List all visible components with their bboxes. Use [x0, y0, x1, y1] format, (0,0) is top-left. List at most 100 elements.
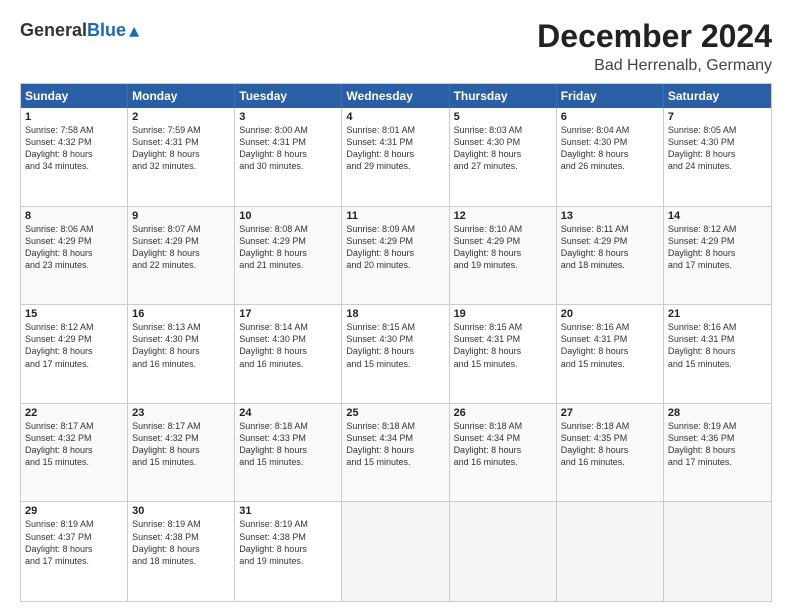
calendar-cell: 30Sunrise: 8:19 AM Sunset: 4:38 PM Dayli…: [128, 502, 235, 601]
calendar-cell: 2Sunrise: 7:59 AM Sunset: 4:31 PM Daylig…: [128, 108, 235, 206]
calendar-cell: 19Sunrise: 8:15 AM Sunset: 4:31 PM Dayli…: [450, 305, 557, 403]
day-number: 17: [239, 308, 337, 320]
calendar-cell: [664, 502, 771, 601]
day-number: 24: [239, 407, 337, 419]
day-detail: Sunrise: 7:59 AM Sunset: 4:31 PM Dayligh…: [132, 124, 230, 173]
calendar: SundayMondayTuesdayWednesdayThursdayFrid…: [20, 83, 772, 602]
day-number: 12: [454, 210, 552, 222]
calendar-cell: 24Sunrise: 8:18 AM Sunset: 4:33 PM Dayli…: [235, 404, 342, 502]
day-detail: Sunrise: 8:09 AM Sunset: 4:29 PM Dayligh…: [346, 223, 444, 272]
day-number: 19: [454, 308, 552, 320]
calendar-cell: 3Sunrise: 8:00 AM Sunset: 4:31 PM Daylig…: [235, 108, 342, 206]
calendar-cell: 8Sunrise: 8:06 AM Sunset: 4:29 PM Daylig…: [21, 207, 128, 305]
day-number: 8: [25, 210, 123, 222]
day-number: 10: [239, 210, 337, 222]
day-number: 25: [346, 407, 444, 419]
calendar-cell: 9Sunrise: 8:07 AM Sunset: 4:29 PM Daylig…: [128, 207, 235, 305]
day-number: 11: [346, 210, 444, 222]
calendar-header: SundayMondayTuesdayWednesdayThursdayFrid…: [21, 84, 771, 108]
day-detail: Sunrise: 8:18 AM Sunset: 4:34 PM Dayligh…: [454, 420, 552, 469]
day-number: 22: [25, 407, 123, 419]
day-number: 31: [239, 505, 337, 517]
day-detail: Sunrise: 8:12 AM Sunset: 4:29 PM Dayligh…: [668, 223, 767, 272]
calendar-week-4: 22Sunrise: 8:17 AM Sunset: 4:32 PM Dayli…: [21, 404, 771, 503]
day-number: 20: [561, 308, 659, 320]
calendar-cell: 15Sunrise: 8:12 AM Sunset: 4:29 PM Dayli…: [21, 305, 128, 403]
day-detail: Sunrise: 8:00 AM Sunset: 4:31 PM Dayligh…: [239, 124, 337, 173]
logo-blue: Blue: [87, 20, 126, 41]
day-number: 27: [561, 407, 659, 419]
weekday-header-monday: Monday: [128, 84, 235, 108]
day-detail: Sunrise: 8:15 AM Sunset: 4:30 PM Dayligh…: [346, 321, 444, 370]
day-number: 14: [668, 210, 767, 222]
day-number: 4: [346, 111, 444, 123]
day-detail: Sunrise: 8:10 AM Sunset: 4:29 PM Dayligh…: [454, 223, 552, 272]
day-detail: Sunrise: 8:16 AM Sunset: 4:31 PM Dayligh…: [668, 321, 767, 370]
day-detail: Sunrise: 8:18 AM Sunset: 4:35 PM Dayligh…: [561, 420, 659, 469]
calendar-cell: 29Sunrise: 8:19 AM Sunset: 4:37 PM Dayli…: [21, 502, 128, 601]
calendar-cell: 27Sunrise: 8:18 AM Sunset: 4:35 PM Dayli…: [557, 404, 664, 502]
day-number: 23: [132, 407, 230, 419]
day-number: 16: [132, 308, 230, 320]
day-number: 21: [668, 308, 767, 320]
day-detail: Sunrise: 8:17 AM Sunset: 4:32 PM Dayligh…: [25, 420, 123, 469]
title-section: December 2024 Bad Herrenalb, Germany: [537, 18, 772, 75]
calendar-cell: 11Sunrise: 8:09 AM Sunset: 4:29 PM Dayli…: [342, 207, 449, 305]
day-detail: Sunrise: 8:19 AM Sunset: 4:38 PM Dayligh…: [132, 518, 230, 567]
calendar-cell: 14Sunrise: 8:12 AM Sunset: 4:29 PM Dayli…: [664, 207, 771, 305]
day-number: 30: [132, 505, 230, 517]
calendar-body: 1Sunrise: 7:58 AM Sunset: 4:32 PM Daylig…: [21, 108, 771, 601]
calendar-week-5: 29Sunrise: 8:19 AM Sunset: 4:37 PM Dayli…: [21, 502, 771, 601]
day-number: 29: [25, 505, 123, 517]
calendar-cell: 18Sunrise: 8:15 AM Sunset: 4:30 PM Dayli…: [342, 305, 449, 403]
calendar-cell: 26Sunrise: 8:18 AM Sunset: 4:34 PM Dayli…: [450, 404, 557, 502]
calendar-cell: 17Sunrise: 8:14 AM Sunset: 4:30 PM Dayli…: [235, 305, 342, 403]
calendar-cell: 7Sunrise: 8:05 AM Sunset: 4:30 PM Daylig…: [664, 108, 771, 206]
day-number: 26: [454, 407, 552, 419]
calendar-week-2: 8Sunrise: 8:06 AM Sunset: 4:29 PM Daylig…: [21, 207, 771, 306]
calendar-cell: [557, 502, 664, 601]
day-number: 6: [561, 111, 659, 123]
weekday-header-sunday: Sunday: [21, 84, 128, 108]
day-number: 1: [25, 111, 123, 123]
logo-general: General: [20, 20, 87, 41]
day-number: 13: [561, 210, 659, 222]
weekday-header-thursday: Thursday: [450, 84, 557, 108]
weekday-header-tuesday: Tuesday: [235, 84, 342, 108]
weekday-header-wednesday: Wednesday: [342, 84, 449, 108]
day-detail: Sunrise: 8:08 AM Sunset: 4:29 PM Dayligh…: [239, 223, 337, 272]
day-detail: Sunrise: 8:18 AM Sunset: 4:33 PM Dayligh…: [239, 420, 337, 469]
logo-icon: ▴: [129, 18, 139, 43]
calendar-cell: 31Sunrise: 8:19 AM Sunset: 4:38 PM Dayli…: [235, 502, 342, 601]
day-detail: Sunrise: 8:12 AM Sunset: 4:29 PM Dayligh…: [25, 321, 123, 370]
calendar-cell: 1Sunrise: 7:58 AM Sunset: 4:32 PM Daylig…: [21, 108, 128, 206]
day-detail: Sunrise: 7:58 AM Sunset: 4:32 PM Dayligh…: [25, 124, 123, 173]
logo: General Blue ▴: [20, 18, 139, 43]
day-detail: Sunrise: 8:01 AM Sunset: 4:31 PM Dayligh…: [346, 124, 444, 173]
calendar-title: December 2024: [537, 18, 772, 55]
calendar-subtitle: Bad Herrenalb, Germany: [537, 57, 772, 75]
day-number: 18: [346, 308, 444, 320]
header: General Blue ▴ December 2024 Bad Herrena…: [20, 18, 772, 75]
calendar-page: General Blue ▴ December 2024 Bad Herrena…: [0, 0, 792, 612]
day-detail: Sunrise: 8:18 AM Sunset: 4:34 PM Dayligh…: [346, 420, 444, 469]
day-detail: Sunrise: 8:19 AM Sunset: 4:37 PM Dayligh…: [25, 518, 123, 567]
calendar-cell: 6Sunrise: 8:04 AM Sunset: 4:30 PM Daylig…: [557, 108, 664, 206]
logo-text: General Blue ▴: [20, 18, 139, 43]
day-detail: Sunrise: 8:19 AM Sunset: 4:38 PM Dayligh…: [239, 518, 337, 567]
day-detail: Sunrise: 8:16 AM Sunset: 4:31 PM Dayligh…: [561, 321, 659, 370]
day-number: 15: [25, 308, 123, 320]
calendar-cell: 21Sunrise: 8:16 AM Sunset: 4:31 PM Dayli…: [664, 305, 771, 403]
calendar-cell: 25Sunrise: 8:18 AM Sunset: 4:34 PM Dayli…: [342, 404, 449, 502]
day-number: 3: [239, 111, 337, 123]
day-detail: Sunrise: 8:11 AM Sunset: 4:29 PM Dayligh…: [561, 223, 659, 272]
calendar-cell: 23Sunrise: 8:17 AM Sunset: 4:32 PM Dayli…: [128, 404, 235, 502]
calendar-cell: 28Sunrise: 8:19 AM Sunset: 4:36 PM Dayli…: [664, 404, 771, 502]
day-detail: Sunrise: 8:05 AM Sunset: 4:30 PM Dayligh…: [668, 124, 767, 173]
day-number: 2: [132, 111, 230, 123]
day-number: 9: [132, 210, 230, 222]
calendar-cell: 4Sunrise: 8:01 AM Sunset: 4:31 PM Daylig…: [342, 108, 449, 206]
day-number: 5: [454, 111, 552, 123]
day-detail: Sunrise: 8:04 AM Sunset: 4:30 PM Dayligh…: [561, 124, 659, 173]
day-detail: Sunrise: 8:14 AM Sunset: 4:30 PM Dayligh…: [239, 321, 337, 370]
